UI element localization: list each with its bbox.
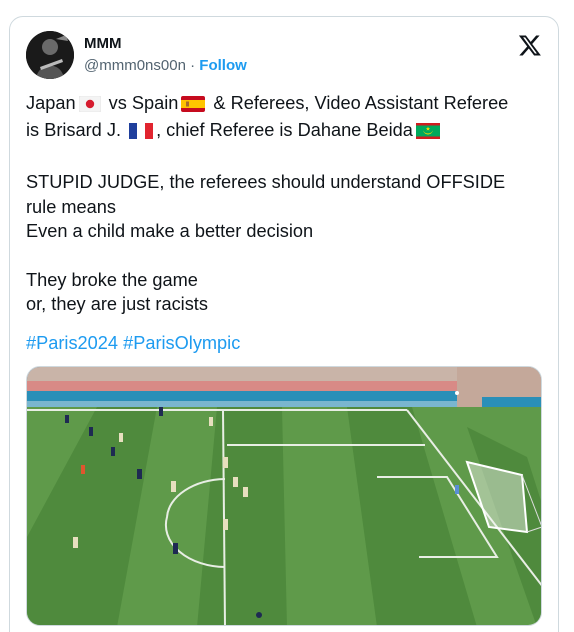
hashtag-parisolympic[interactable]: #ParisOlympic — [123, 333, 240, 353]
x-logo-icon[interactable] — [518, 33, 542, 57]
handle[interactable]: @mmm0ns00n — [84, 57, 186, 74]
tweet-header: MMM @mmm0ns00n · Follow — [26, 31, 542, 79]
text-segment: is Brisard J. — [26, 120, 127, 141]
tweet-text: Japan vs Spain & Referees, Video Assista… — [26, 91, 546, 317]
author-names: MMM @mmm0ns00n · Follow — [84, 35, 247, 76]
text-line-5: Even a child make a better decision — [26, 221, 314, 242]
text-line-6: They broke the game — [26, 269, 198, 290]
text-segment: , chief Referee is Dahane Beida — [156, 120, 413, 141]
text-segment: & Referees, Video Assistant Referee — [208, 93, 509, 113]
tweet-card: MMM @mmm0ns00n · Follow Japan vs Spain &… — [9, 16, 559, 632]
post-image[interactable] — [26, 366, 542, 626]
follow-button[interactable]: Follow — [199, 57, 247, 74]
text-line-4: rule means — [26, 196, 116, 217]
avatar[interactable] — [26, 31, 74, 79]
text-line-7: or, they are just racists — [26, 294, 208, 315]
text-segment: Japan — [26, 93, 76, 113]
text-line-1: Japan vs Spain & Referees, Video Assista… — [26, 91, 546, 118]
display-name[interactable]: MMM — [84, 35, 247, 53]
japan-flag-icon — [78, 94, 101, 118]
handle-row: @mmm0ns00n · Follow — [84, 56, 247, 76]
text-line-3: STUPID JUDGE, the referees should unders… — [26, 172, 506, 193]
spain-flag-icon — [181, 94, 206, 118]
france-flag-icon — [129, 121, 154, 145]
text-segment: vs Spain — [103, 93, 179, 113]
soccer-pitch-image — [27, 367, 541, 625]
mauritania-flag-icon — [415, 121, 440, 145]
hashtag-paris2024[interactable]: #Paris2024 — [26, 333, 118, 353]
text-line-2: is Brisard J. , chief Referee is Dahane … — [26, 118, 546, 145]
hashtags: #Paris2024 #ParisOlympic — [26, 331, 240, 355]
separator: · — [190, 57, 196, 74]
